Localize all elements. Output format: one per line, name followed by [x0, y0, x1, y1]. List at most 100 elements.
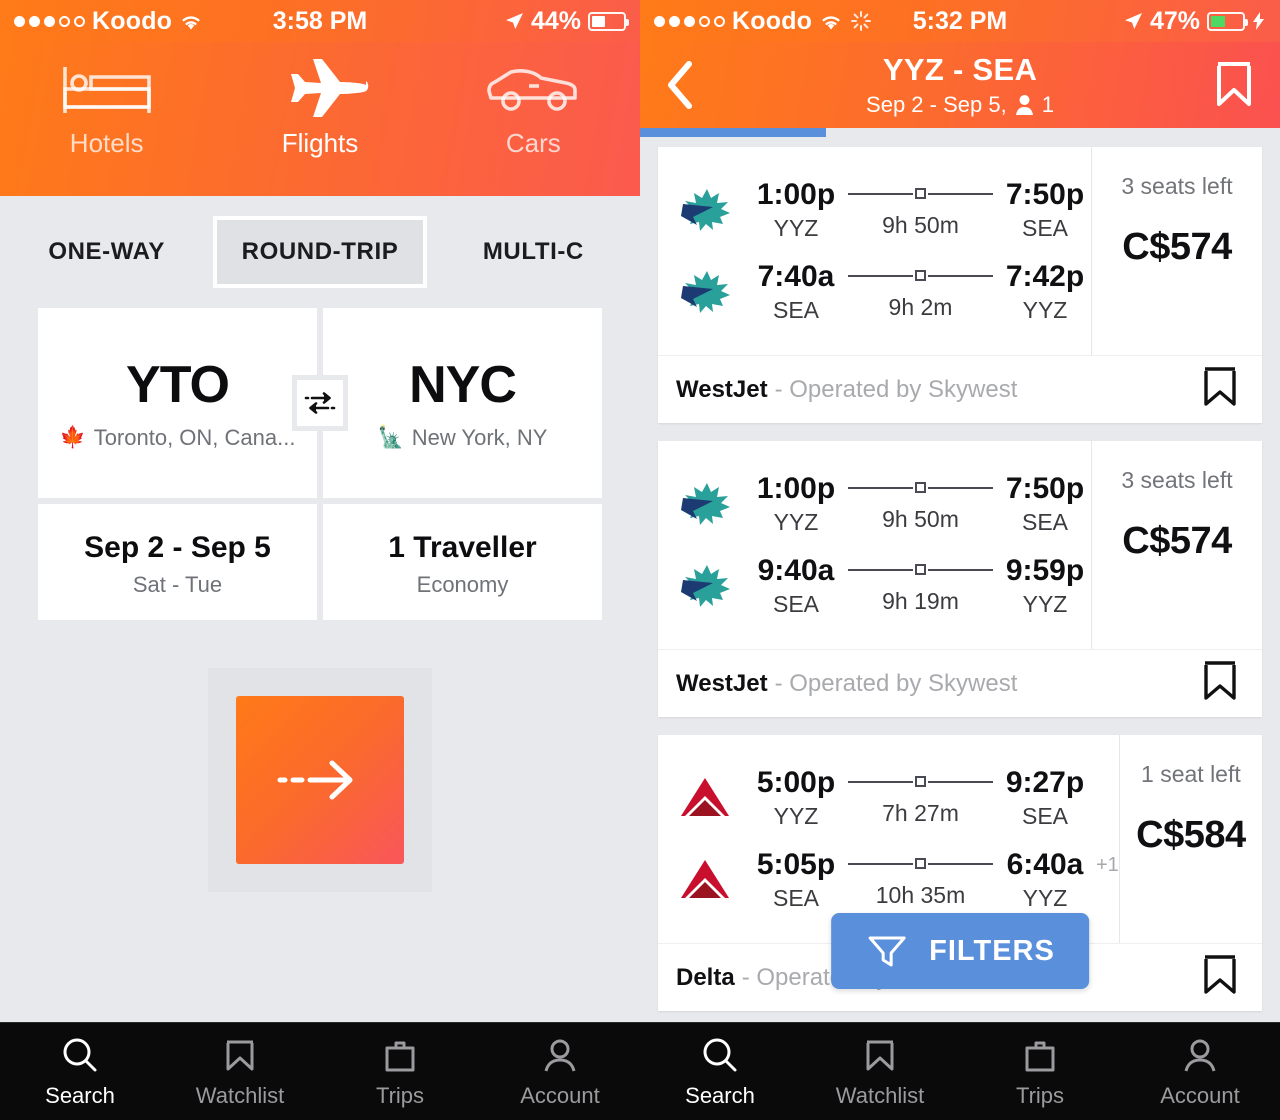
tab-label-search: Search [45, 1083, 115, 1108]
tab-watchlist[interactable]: Watchlist [800, 1034, 960, 1109]
back-chevron-icon[interactable] [664, 59, 698, 111]
depart-time: 1:00p [756, 178, 836, 211]
bookmark-icon [226, 1040, 254, 1071]
westjet-maple-leaf-logo [674, 562, 736, 610]
signal-strength-dots [14, 15, 85, 27]
leg-duration: 9h 2m [888, 294, 953, 320]
leg-times: 5:05p SEA 10h 35m 6:40a YYZ +1 [750, 848, 1119, 912]
travellers-value: 1 Traveller [388, 530, 537, 564]
header-title-group: YYZ - SEA Sep 2 - Sep 5, 1 [640, 52, 1280, 118]
arrive-airport: SEA [1021, 215, 1069, 241]
leg-middle: 10h 35m [842, 848, 999, 909]
stops-line-icon [848, 848, 993, 879]
price-value: C$574 [1122, 520, 1232, 562]
details-row: Sep 2 - Sep 5 Sat - Tue 1 Traveller Econ… [38, 504, 602, 620]
maple-leaf-icon: 🍁 [59, 426, 86, 449]
statue-of-liberty-icon: 🗽 [377, 426, 404, 449]
seats-left-badge: 3 seats left [1121, 173, 1233, 199]
top-nav-label-flights: Flights [281, 128, 359, 158]
car-icon [483, 52, 583, 124]
tab-round-trip[interactable]: ROUND-TRIP [213, 216, 427, 288]
top-nav-item-hotels[interactable]: Hotels [17, 52, 197, 159]
person-icon [544, 1039, 576, 1072]
leg-times: 1:00p YYZ 9h 50m 7:50p SEA [750, 178, 1091, 242]
depart-time: 1:00p [756, 472, 836, 505]
arrow-right-icon [277, 760, 353, 800]
page-title: YYZ - SEA [882, 52, 1038, 87]
location-arrow-icon [505, 13, 523, 29]
wifi-icon [182, 15, 200, 29]
price-value: C$584 [1136, 814, 1246, 856]
tab-account[interactable]: Account [1120, 1034, 1280, 1109]
travellers-field[interactable]: 1 Traveller Economy [323, 504, 602, 620]
card-footer: WestJet - Operated by Skywest [658, 649, 1262, 717]
leg-duration: 7h 27m [882, 800, 959, 826]
top-nav-item-cars[interactable]: Cars [443, 52, 623, 159]
person-icon [1184, 1039, 1216, 1072]
delta-widget-logo [674, 856, 736, 904]
destination-field[interactable]: NYC 🗽 New York, NY [323, 308, 602, 498]
bookmark-icon[interactable] [1200, 952, 1240, 1003]
battery-charging-icon [1207, 11, 1248, 31]
tab-multi-city[interactable]: MULTI-C [427, 216, 640, 288]
card-top: 1:00p YYZ 9h 50m 7:50p SEA [658, 147, 1262, 355]
briefcase-icon [385, 1041, 415, 1072]
bookmark-icon[interactable] [1212, 58, 1256, 112]
leg-duration: 9h 50m [882, 212, 959, 238]
origin-field[interactable]: YTO 🍁 Toronto, ON, Cana... [38, 308, 317, 498]
battery-percent: 44% [530, 6, 581, 35]
operated-by: - Operated by Skywest [774, 375, 1018, 403]
results-header: YYZ - SEA Sep 2 - Sep 5, 1 [640, 42, 1280, 128]
passenger-count: 1 [1041, 92, 1054, 117]
depart-time: 9:40a [757, 554, 835, 587]
carrier-name: Koodo [92, 6, 173, 35]
next-day-indicator: +1 [1096, 854, 1119, 876]
arrive-block: 7:50p SEA [999, 178, 1091, 242]
westjet-maple-leaf-logo [674, 268, 736, 316]
top-nav-item-flights[interactable]: Flights [230, 52, 410, 159]
bottom-tab-bar-right: Search Watchlist Trips Account [640, 1022, 1280, 1120]
stops-line-icon [848, 554, 993, 585]
leg-middle: 9h 2m [842, 260, 999, 321]
depart-time: 5:00p [756, 766, 836, 799]
origin-code: YTO [126, 356, 230, 414]
status-bar-left: Koodo 3:58 PM 44% [0, 0, 640, 42]
signal-strength-dots-right [654, 15, 725, 27]
bookmark-icon[interactable] [1200, 658, 1240, 709]
legs-column: 1:00p YYZ 9h 50m 7:50p SEA [658, 441, 1092, 649]
depart-airport: YYZ [773, 803, 819, 829]
dates-weekdays: Sat - Tue [132, 571, 223, 597]
search-form: YTO 🍁 Toronto, ON, Cana... NYC 🗽 New Yor… [0, 308, 640, 620]
tab-watchlist[interactable]: Watchlist [160, 1034, 320, 1109]
depart-airport: SEA [772, 885, 820, 911]
arrive-airport: SEA [1021, 803, 1069, 829]
swap-arrows-icon[interactable] [292, 375, 348, 431]
tab-label-account: Account [1160, 1083, 1240, 1108]
bookmark-icon[interactable] [1200, 364, 1240, 415]
operated-by: - Operated by Skywest [774, 669, 1018, 697]
tab-label-trips: Trips [1015, 1083, 1065, 1108]
tab-account[interactable]: Account [480, 1034, 640, 1109]
seats-left-badge: 1 seat left [1141, 761, 1241, 787]
arrive-block: 9:59p YYZ [999, 554, 1091, 618]
lightning-bolt-icon [1253, 12, 1264, 30]
flight-result-card[interactable]: 1:00p YYZ 9h 50m 7:50p SEA [658, 441, 1262, 717]
depart-block: 5:05p SEA [750, 848, 842, 912]
filters-button[interactable]: FILTERS [831, 913, 1089, 989]
tab-one-way[interactable]: ONE-WAY [0, 216, 213, 288]
search-submit-button[interactable] [236, 696, 404, 864]
tab-trips[interactable]: Trips [320, 1034, 480, 1109]
airplane-icon [270, 52, 370, 124]
tab-label-search: Search [685, 1083, 755, 1108]
flight-leg: 9:40a SEA 9h 19m 9:59p YYZ [674, 545, 1091, 627]
tab-trips[interactable]: Trips [960, 1034, 1120, 1109]
dates-field[interactable]: Sep 2 - Sep 5 Sat - Tue [38, 504, 317, 620]
tab-search[interactable]: Search [0, 1034, 160, 1109]
cabin-class: Economy [416, 571, 509, 597]
airline-name: WestJet [676, 375, 768, 403]
tab-search[interactable]: Search [640, 1034, 800, 1109]
carrier-name-right: Koodo [732, 6, 813, 35]
arrive-time: 9:27p [1005, 766, 1085, 799]
flight-result-card[interactable]: 1:00p YYZ 9h 50m 7:50p SEA [658, 147, 1262, 423]
flight-leg: 5:00p YYZ 7h 27m 9:27p SEA [674, 757, 1119, 839]
